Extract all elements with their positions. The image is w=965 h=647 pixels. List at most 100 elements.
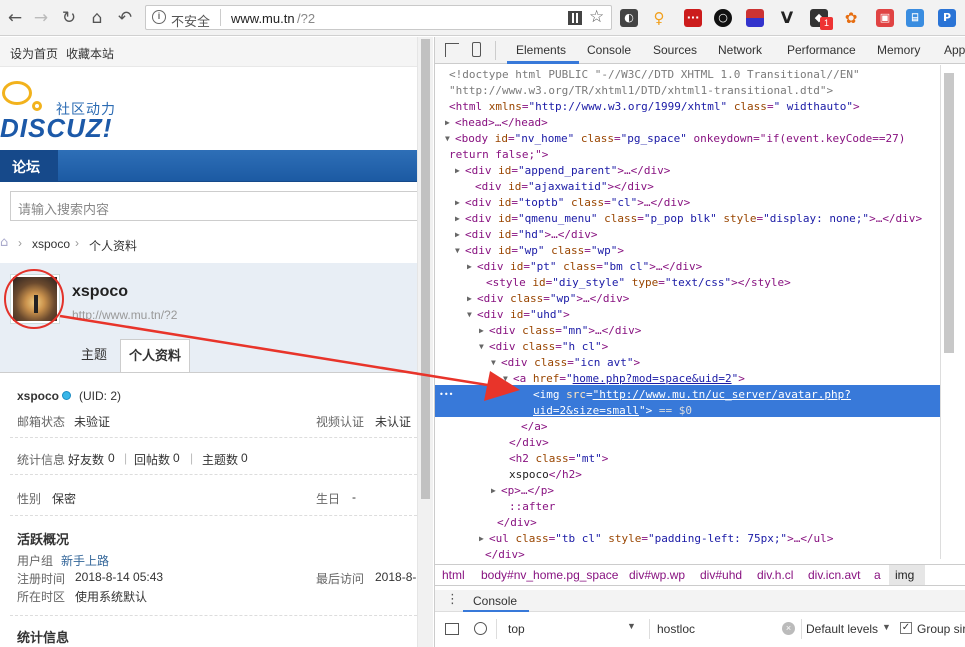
extension-icon[interactable]: ▣ [876,9,894,27]
dom-node-line[interactable]: </div> [485,547,525,559]
nav-item-forum[interactable]: 论坛 [12,157,40,177]
extension-icon[interactable]: ♀ [650,9,668,27]
dom-node-line[interactable]: ▼ <div class="h cl"> [479,339,608,355]
crumb-item[interactable]: div#wp.wp [629,568,685,582]
collapse-triangle-icon[interactable]: ▼ [455,243,460,259]
extension-icon[interactable]: ○ [714,9,732,27]
dom-node-line[interactable]: <!doctype html PUBLIC "-//W3C//DTD XHTML… [449,67,860,83]
clear-filter-icon[interactable]: × [782,622,795,635]
info-icon[interactable]: i [152,10,166,24]
node-menu-icon[interactable]: ••• [439,387,453,403]
expand-triangle-icon[interactable]: ▶ [455,163,460,179]
dom-node-line[interactable]: </a> [521,419,548,435]
sidebar-toggle-icon[interactable] [445,623,459,635]
extension-icon[interactable]: V [778,9,796,27]
home-icon[interactable]: ⌂ [0,235,8,250]
back-icon[interactable]: ← [4,7,26,29]
address-bar[interactable]: i 不安全 www.mu.tn /?2 ☆ [145,5,612,30]
scrollbar-thumb[interactable] [421,39,430,499]
group-similar-checkbox[interactable]: ✓ [900,622,912,634]
site-logo[interactable]: 社区动力 DISCUZ! [0,81,130,143]
bookmark-site-link[interactable]: 收藏本站 [66,45,114,62]
tab-threads[interactable]: 主题 [68,339,120,372]
breadcrumb-user[interactable]: xspoco [32,237,70,251]
dom-node-line[interactable]: <h2 class="mt"> [509,451,608,467]
crumb-item[interactable]: div.h.cl [757,568,793,582]
device-toolbar-icon[interactable] [472,42,481,57]
tab-profile[interactable]: 个人资料 [120,339,190,373]
dom-node-line[interactable]: <img src="http://www.mu.tn/uc_server/ava… [533,387,851,403]
dom-node-line[interactable]: ▼ <div id="wp" class="wp"> [455,243,624,259]
extension-icon[interactable]: ··· [684,9,702,27]
collapse-triangle-icon[interactable]: ▼ [491,355,496,371]
search-input[interactable]: 请输入搜索内容 [10,191,420,221]
extension-icon[interactable]: P [938,9,956,27]
dom-node-line[interactable]: ▶ <div id="toptb" class="cl">…</div> [455,195,690,211]
collapse-triangle-icon[interactable]: ▼ [479,339,484,355]
qr-code-icon[interactable] [568,11,582,25]
tab-performance[interactable]: Performance [787,43,856,57]
expand-triangle-icon[interactable]: ▶ [479,323,484,339]
dom-node-line[interactable]: ::after [509,499,555,515]
expand-triangle-icon[interactable]: ▶ [467,259,472,275]
context-selector[interactable]: top [508,622,525,636]
expand-triangle-icon[interactable]: ▶ [467,291,472,307]
home-icon[interactable]: ⌂ [86,7,108,29]
chevron-down-icon[interactable]: ▼ [882,622,891,632]
page-scrollbar[interactable] [417,37,433,647]
crumb-item[interactable]: div#uhd [700,568,742,582]
expand-triangle-icon[interactable]: ▶ [479,531,484,547]
extension-icon[interactable]: ✿ [842,9,860,27]
dom-node-line[interactable]: ▶ <div class="wp">…</div> [467,291,629,307]
console-filter-input[interactable]: hostloc [657,622,695,636]
tab-application[interactable]: App [944,43,965,57]
tab-elements[interactable]: Elements [516,43,566,57]
dom-node-line[interactable]: ▼ <a href="home.php?mod=space&uid=2"> [503,371,745,387]
dom-node-line[interactable]: <style id="diy_style" type="text/css"></… [486,275,791,291]
expand-triangle-icon[interactable]: ▶ [455,211,460,227]
inspect-element-icon[interactable] [445,43,459,57]
elements-tree[interactable]: <!doctype html PUBLIC "-//W3C//DTD XHTML… [435,65,940,559]
reload-icon[interactable]: ↻ [58,7,80,29]
chevron-down-icon[interactable]: ▼ [627,621,636,631]
set-homepage-link[interactable]: 设为首页 [10,45,58,62]
collapse-triangle-icon[interactable]: ▼ [467,307,472,323]
undo-icon[interactable]: ↶ [114,7,136,29]
dom-node-line[interactable]: ▶ <div id="qmenu_menu" class="p_pop blk" … [455,211,922,227]
tab-memory[interactable]: Memory [877,43,920,57]
threads-label[interactable]: 主题数 [202,451,238,468]
crumb-item[interactable]: body#nv_home.pg_space [481,568,618,582]
dom-node-line[interactable]: ▼ <div id="uhd"> [467,307,570,323]
dom-node-line[interactable]: </div> [509,435,549,451]
dom-node-line[interactable]: ▶ <div id="append_parent">…</div> [455,163,670,179]
expand-triangle-icon[interactable]: ▶ [445,115,450,131]
dom-node-line[interactable]: ▼ <body id="nv_home" class="pg_space" onk… [445,131,905,147]
dom-node-line[interactable]: "http://www.w3.org/TR/xhtml1/DTD/xhtml1-… [449,83,833,99]
dom-node-line[interactable]: xspoco</h2> [509,467,582,483]
expand-triangle-icon[interactable]: ▶ [491,483,496,499]
dom-node-line[interactable]: uid=2&size=small"> == $0 [533,403,692,419]
dom-node-line[interactable]: return false;"> [449,147,548,163]
friends-label[interactable]: 好友数 [68,451,104,468]
dom-node-line[interactable]: ▼ <div class="icn avt"> [491,355,640,371]
dom-node-line[interactable]: <div id="ajaxwaitid"></div> [475,179,654,195]
dom-node-line[interactable]: </div> [497,515,537,531]
tab-sources[interactable]: Sources [653,43,697,57]
log-levels-dropdown[interactable]: Default levels [806,622,878,636]
expand-triangle-icon[interactable]: ▶ [455,227,460,243]
forward-icon[interactable]: → [30,7,52,29]
clear-console-icon[interactable] [474,622,487,635]
dom-node-line[interactable]: <html xmlns="http://www.w3.org/1999/xhtm… [449,99,860,115]
crumb-item[interactable]: html [442,568,465,582]
bookmark-star-icon[interactable]: ☆ [589,7,604,27]
drawer-tab-console[interactable]: Console [473,594,517,608]
scrollbar-thumb[interactable] [944,73,954,353]
usergroup-value[interactable]: 新手上路 [61,552,109,569]
crumb-item-active[interactable]: img [895,568,914,582]
crumb-item[interactable]: div.icn.avt [808,568,860,582]
dom-node-line[interactable]: ▶ <div id="hd">…</div> [455,227,598,243]
crumb-item[interactable]: a [874,568,881,582]
expand-triangle-icon[interactable]: ▶ [455,195,460,211]
extension-icon[interactable]: ◐ [620,9,638,27]
tab-console[interactable]: Console [587,43,631,57]
